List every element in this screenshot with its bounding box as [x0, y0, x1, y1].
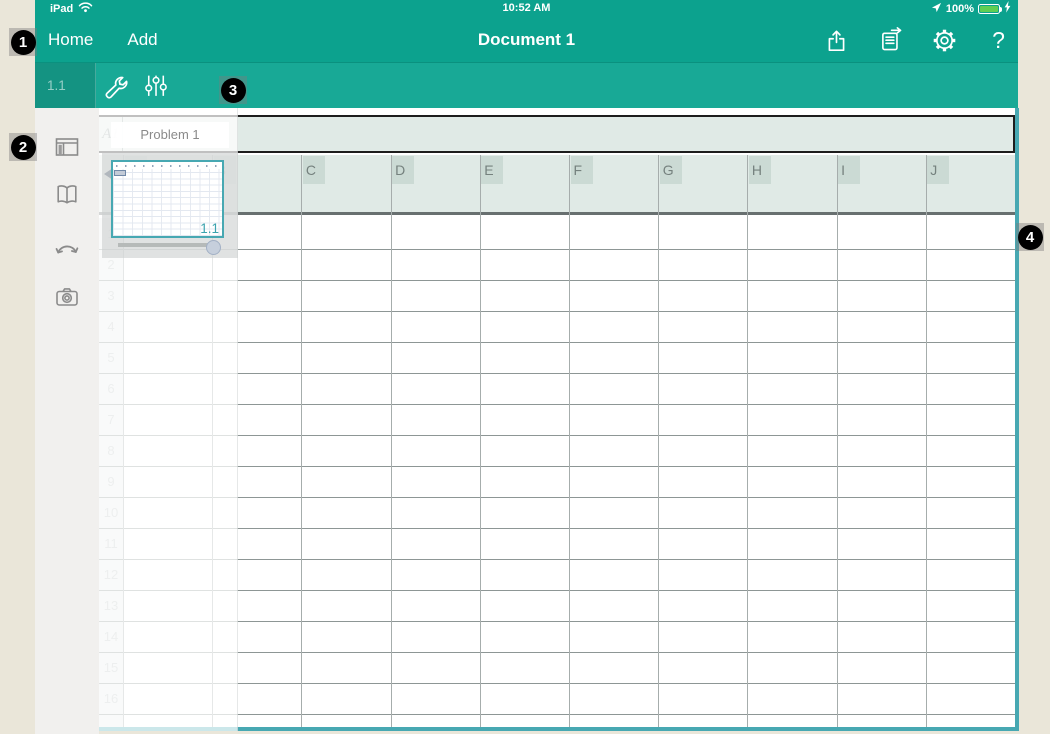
content-right-border	[1015, 108, 1019, 731]
help-button[interactable]: ?	[985, 27, 1012, 54]
status-right: 100%	[931, 0, 1011, 17]
page-sorter-panel: Problem 1 1.1	[99, 108, 238, 731]
callout-2-number: 2	[19, 139, 27, 156]
location-arrow-icon	[931, 0, 942, 18]
grid-column-line	[301, 155, 302, 727]
thumbnail-column-ticks	[116, 165, 219, 168]
problem-label[interactable]: Problem 1	[111, 122, 229, 148]
callout-4-number: 4	[1026, 229, 1034, 246]
undo-redo-icon	[54, 236, 80, 262]
grid-column-line	[658, 155, 659, 727]
page-sorter-icon	[54, 134, 80, 160]
clock: 10:52 AM	[35, 0, 1018, 17]
column-header-h[interactable]: H	[749, 156, 771, 184]
column-header-e[interactable]: E	[481, 156, 503, 184]
undo-redo-button[interactable]	[54, 236, 80, 262]
page-thumbnail-1-1[interactable]: 1.1	[111, 160, 224, 238]
callout-2: 2	[9, 133, 37, 161]
nav-bar: Home Add Document 1	[35, 17, 1018, 63]
column-header-c[interactable]: C	[303, 156, 325, 184]
send-page-icon	[878, 27, 904, 53]
callout-3-number: 3	[229, 82, 237, 99]
toolbar-icons	[101, 63, 169, 108]
utilities-button[interactable]	[54, 182, 80, 208]
grid-column-line	[569, 155, 570, 727]
camera-icon	[54, 284, 80, 310]
help-icon: ?	[992, 27, 1005, 54]
callout-1: 1	[9, 28, 37, 56]
page-tab-1-1[interactable]: 1.1	[35, 63, 96, 108]
sliders-icon	[142, 72, 169, 99]
page-divider-bar	[118, 243, 211, 247]
page-drag-handle[interactable]	[206, 240, 221, 255]
tools-button[interactable]	[101, 72, 128, 99]
battery-icon	[978, 4, 1000, 14]
share-icon	[824, 28, 849, 53]
grid-column-line	[926, 155, 927, 727]
callout-3: 3	[219, 76, 247, 104]
inspector-button[interactable]	[142, 72, 169, 99]
wrench-icon	[101, 72, 128, 100]
status-bar: iPad 10:52 AM 100%	[35, 0, 1018, 17]
ti-nspire-app: iPad 10:52 AM 100%	[35, 0, 1018, 734]
column-header-d[interactable]: D	[392, 156, 414, 184]
callout-4: 4	[1016, 223, 1044, 251]
camera-button[interactable]	[54, 284, 80, 310]
grid-column-line	[837, 155, 838, 727]
column-header-j[interactable]: J	[927, 156, 949, 184]
share-button[interactable]	[823, 27, 850, 54]
page-toolbar: 1.1	[35, 63, 1018, 108]
page-sorter-button[interactable]	[54, 134, 80, 160]
grid-column-line	[391, 155, 392, 727]
lightning-bolt-icon	[1004, 0, 1011, 18]
settings-gear-icon	[931, 27, 958, 54]
utilities-book-icon	[54, 182, 80, 208]
column-header-i[interactable]: I	[838, 156, 860, 184]
thumbnail-selected-cell	[114, 170, 126, 176]
thumbnail-page-number: 1.1	[200, 221, 219, 236]
settings-button[interactable]	[931, 27, 958, 54]
battery-percent: 100%	[946, 3, 974, 15]
page-tab-label: 1.1	[47, 63, 66, 108]
sidebar	[35, 108, 99, 734]
callout-1-number: 1	[19, 34, 27, 51]
column-header-f[interactable]: F	[571, 156, 593, 184]
nav-right: ?	[823, 17, 1012, 63]
grid-column-line	[747, 155, 748, 727]
screenshot-root: iPad 10:52 AM 100%	[0, 0, 1050, 734]
column-header-g[interactable]: G	[660, 156, 682, 184]
send-page-button[interactable]	[877, 27, 904, 54]
grid-column-line	[480, 155, 481, 727]
